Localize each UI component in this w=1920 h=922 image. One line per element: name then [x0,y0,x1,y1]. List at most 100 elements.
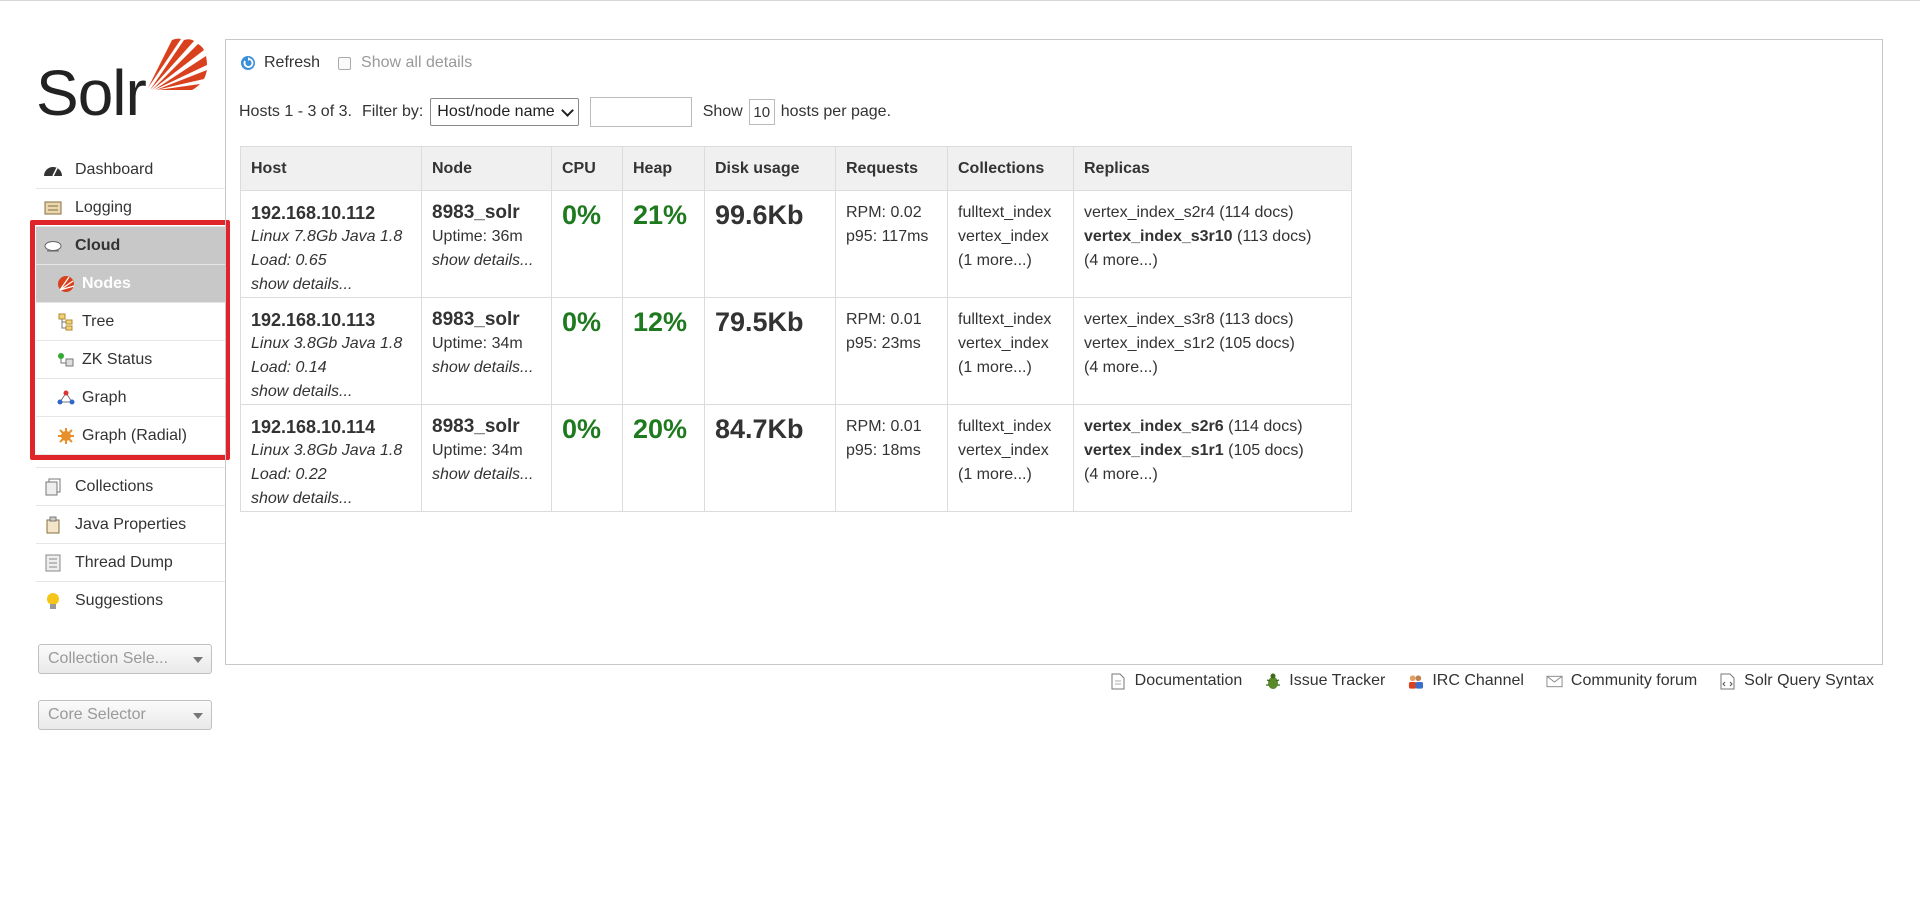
chevron-down-icon [193,713,203,719]
core-selector[interactable]: Core Selector [38,700,212,730]
cpu-cell: 0% [551,190,623,298]
community-forum-label: Community forum [1570,672,1698,689]
node-cell: 8983_solr Uptime: 34m show details... [421,404,552,512]
node-show-details-link[interactable]: show details... [432,356,541,380]
replica-docs: (114 docs) [1228,418,1303,435]
hosts-per-page-input[interactable]: 10 [748,99,775,125]
show-all-details-label[interactable]: Show all details [361,54,472,72]
replica-item[interactable]: vertex_index_s1r2 (105 docs) [1084,332,1341,356]
requests-rpm: RPM: 0.02 [846,204,922,221]
column-header-replicas: Replicas [1073,146,1352,191]
host-show-details-link[interactable]: show details... [251,273,411,297]
requests-p95: p95: 23ms [846,335,921,352]
sidebar-item-tree[interactable]: Tree [36,303,225,341]
community-forum-link[interactable]: Community forum [1546,672,1697,690]
disk-value: 84.7Kb [715,414,804,444]
collections-more-link[interactable]: (1 more...) [958,356,1063,380]
filter-type-value: Host/node name [437,103,555,120]
replica-docs: (113 docs) [1237,228,1312,245]
document-icon [1110,673,1127,690]
issue-tracker-link[interactable]: Issue Tracker [1264,672,1385,690]
requests-rpm: RPM: 0.01 [846,311,922,328]
filter-text-input[interactable] [589,97,692,127]
sidebar-item-label: Graph (Radial) [82,426,187,444]
sidebar-item-label: Tree [82,312,115,330]
collection-item[interactable]: fulltext_index [958,308,1063,332]
sidebar-item-label: ZK Status [82,350,153,368]
sidebar-item-label: Suggestions [75,591,164,609]
sidebar-nav: Dashboard Logging Cloud Nodes Tree ZK St… [36,151,225,619]
heap-cell: 21% [622,190,705,298]
node-name: 8983_solr [432,309,520,330]
refresh-icon [241,56,255,70]
sidebar-item-collections[interactable]: Collections [36,468,225,506]
disk-cell: 79.5Kb [704,297,836,405]
disk-value: 79.5Kb [715,307,804,337]
replicas-more-link[interactable]: (4 more...) [1084,356,1341,380]
irc-channel-label: IRC Channel [1432,672,1524,689]
solr-logo[interactable]: Solr [36,36,207,129]
sidebar-item-nodes[interactable]: Nodes [36,265,225,303]
filter-type-select[interactable]: Host/node name [430,98,579,126]
node-uptime: Uptime: 36m [432,228,523,245]
host-cell: 192.168.10.113 Linux 3.8Gb Java 1.8 Load… [240,297,422,405]
collection-item[interactable]: vertex_index [958,332,1063,356]
collections-more-link[interactable]: (1 more...) [958,249,1063,273]
sidebar-item-suggestions[interactable]: Suggestions [36,582,225,619]
solr-query-syntax-link[interactable]: Solr Query Syntax [1719,672,1874,690]
sidebar-item-zk-status[interactable]: ZK Status [36,341,225,379]
collection-item[interactable]: fulltext_index [958,201,1063,225]
documentation-link[interactable]: Documentation [1110,672,1242,690]
sidebar-item-logging[interactable]: Logging [36,189,225,227]
requests-rpm: RPM: 0.01 [846,418,922,435]
collections-more-link[interactable]: (1 more...) [958,463,1063,487]
replicas-more-link[interactable]: (4 more...) [1084,463,1341,487]
logo-text: Solr [36,57,147,129]
collection-item[interactable]: fulltext_index [958,415,1063,439]
replica-item[interactable]: vertex_index_s3r8 (113 docs) [1084,308,1341,332]
host-show-details-link[interactable]: show details... [251,487,411,511]
replica-name: vertex_index_s1r2 [1084,335,1215,352]
sidebar-item-label: Graph [82,388,127,406]
collection-selector-text: Collection Sele... [48,650,169,667]
sidebar-item-cloud[interactable]: Cloud [36,227,225,265]
irc-channel-link[interactable]: IRC Channel [1407,672,1524,690]
sidebar-item-thread-dump[interactable]: Thread Dump [36,544,225,582]
replica-item[interactable]: vertex_index_s1r1 (105 docs) [1084,439,1341,463]
sidebar-item-graph-radial[interactable]: Graph (Radial) [36,417,225,455]
disk-cell: 99.6Kb [704,190,836,298]
tree-icon [56,313,76,331]
sidebar-item-label: Java Properties [75,515,187,533]
replica-docs: (113 docs) [1219,311,1294,328]
node-show-details-link[interactable]: show details... [432,463,541,487]
sidebar-item-dashboard[interactable]: Dashboard [36,151,225,189]
chevron-down-icon [560,103,574,117]
host-cell: 192.168.10.112 Linux 7.8Gb Java 1.8 Load… [240,190,422,298]
replica-item[interactable]: vertex_index_s2r6 (114 docs) [1084,415,1341,439]
node-show-details-link[interactable]: show details... [432,249,541,273]
replicas-more-link[interactable]: (4 more...) [1084,249,1341,273]
collection-selector[interactable]: Collection Sele... [38,644,212,674]
query-syntax-icon [1719,673,1736,690]
refresh-button[interactable]: Refresh [240,54,320,72]
replica-docs: (105 docs) [1228,442,1304,459]
solr-sun-icon [148,38,207,90]
zk-status-icon [56,351,76,369]
replica-item[interactable]: vertex_index_s3r10 (113 docs) [1084,225,1341,249]
replica-name: vertex_index_s3r10 [1084,228,1233,245]
replica-item[interactable]: vertex_index_s2r4 (114 docs) [1084,201,1341,225]
table-row: 192.168.10.114 Linux 3.8Gb Java 1.8 Load… [240,404,1352,512]
replicas-cell: vertex_index_s2r6 (114 docs) vertex_inde… [1073,404,1352,512]
heap-cell: 12% [622,297,705,405]
show-all-details-checkbox[interactable] [338,56,352,70]
collection-item[interactable]: vertex_index [958,439,1063,463]
sidebar-item-java-properties[interactable]: Java Properties [36,506,225,544]
java-properties-icon [43,516,63,534]
host-show-details-link[interactable]: show details... [251,380,411,404]
host-cell: 192.168.10.114 Linux 3.8Gb Java 1.8 Load… [240,404,422,512]
cloud-icon [43,237,63,255]
collection-item[interactable]: vertex_index [958,225,1063,249]
graph-icon [56,389,76,407]
cpu-value: 0% [562,414,602,444]
sidebar-item-graph[interactable]: Graph [36,379,225,417]
